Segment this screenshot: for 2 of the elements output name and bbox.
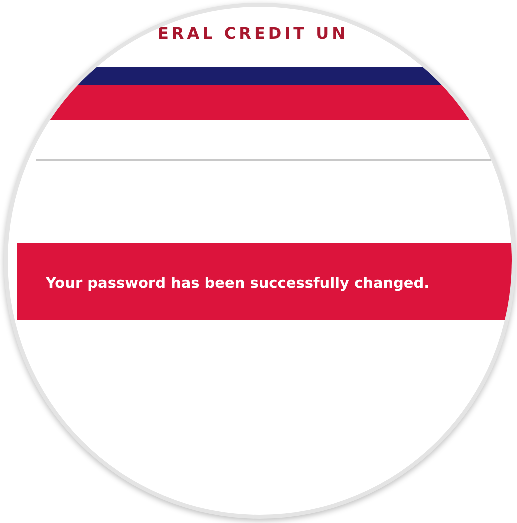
- brand-name: ERAL CREDIT UN: [158, 25, 350, 43]
- success-message: Your password has been successfully changed.: [46, 276, 430, 292]
